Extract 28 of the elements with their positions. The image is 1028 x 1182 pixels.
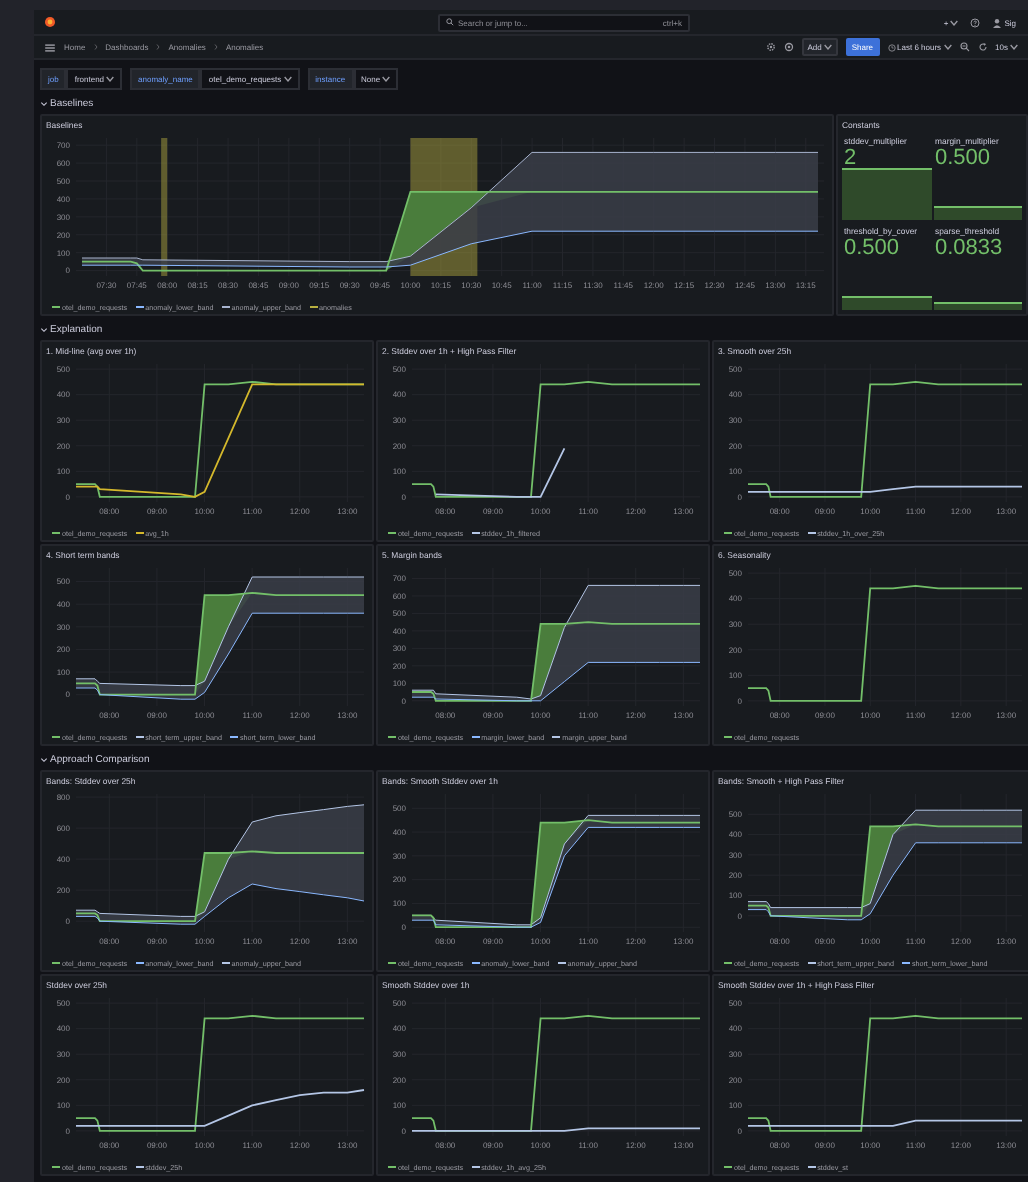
chevron-icon (40, 100, 48, 108)
caret-icon (1010, 44, 1018, 50)
settings-icon[interactable] (783, 42, 794, 52)
caret-icon (950, 19, 959, 25)
stat-value: 0.500 (842, 236, 902, 260)
chevron-icon (40, 326, 48, 334)
stat-value: 0.0833 (933, 236, 1005, 260)
caret-icon (943, 44, 952, 50)
caret-icon (283, 76, 292, 82)
caret-icon (382, 76, 391, 82)
refresh-icon[interactable] (977, 42, 988, 52)
zoom-out-icon[interactable] (959, 42, 970, 52)
stat-value: 0.500 (933, 146, 993, 170)
user-icon[interactable] (992, 17, 1003, 27)
menu-icon[interactable] (44, 41, 56, 53)
chevron-icon (40, 756, 48, 764)
gear-icon[interactable] (765, 42, 776, 52)
chevron-icon (156, 44, 161, 50)
help-icon[interactable] (970, 17, 981, 27)
clock-icon[interactable] (887, 43, 896, 51)
caret-icon (823, 44, 832, 50)
anomaly-region (161, 138, 168, 276)
logo-icon[interactable] (44, 16, 56, 28)
stat-value: 2 (842, 146, 859, 170)
chevron-icon (213, 44, 218, 50)
caret-icon (106, 76, 115, 82)
search-icon (446, 18, 454, 26)
chevron-icon (93, 44, 98, 50)
